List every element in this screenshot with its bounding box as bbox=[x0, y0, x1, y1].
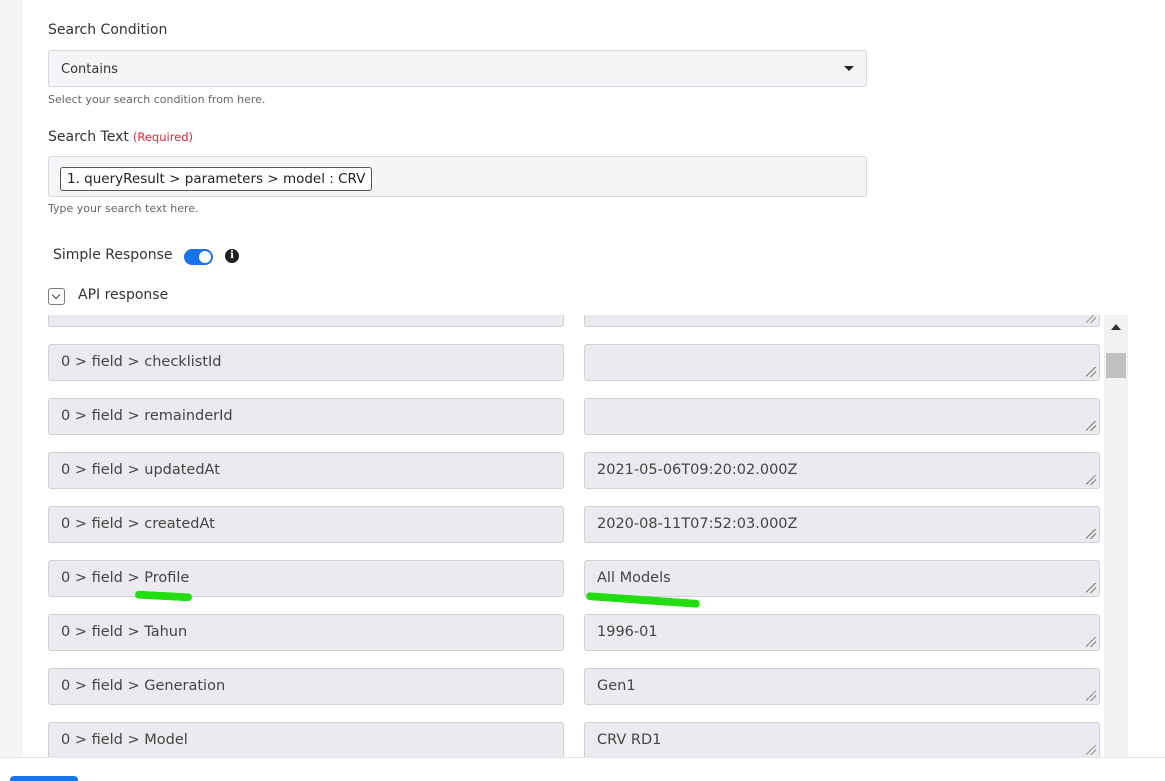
simple-response-toggle[interactable] bbox=[184, 249, 213, 265]
response-value-field[interactable] bbox=[584, 398, 1100, 435]
table-row: 0 > field > remainderId bbox=[23, 398, 1133, 452]
search-condition-value: Contains bbox=[61, 62, 118, 77]
resize-grip-icon[interactable] bbox=[1086, 637, 1096, 647]
resize-grip-icon[interactable] bbox=[1086, 475, 1096, 485]
table-row: 0 > field > createdAt 2020-08-11T07:52:0… bbox=[23, 506, 1133, 560]
table-row: 0 > field > Tahun 1996-01 bbox=[23, 614, 1133, 668]
chevron-down-icon bbox=[51, 290, 61, 300]
search-text-label-text: Search Text bbox=[48, 129, 129, 145]
info-icon[interactable]: i bbox=[225, 249, 239, 263]
response-value-field[interactable]: 2020-08-11T07:52:03.000Z bbox=[584, 506, 1100, 543]
response-value-text: 2021-05-06T09:20:02.000Z bbox=[597, 462, 798, 478]
search-condition-label: Search Condition bbox=[48, 22, 168, 38]
api-response-label: API response bbox=[78, 287, 169, 303]
primary-action-button[interactable] bbox=[10, 776, 78, 781]
table-row bbox=[23, 315, 1133, 344]
response-key-field bbox=[48, 315, 564, 327]
search-text-label: Search Text (Required) bbox=[48, 129, 193, 145]
search-text-hint: Type your search text here. bbox=[48, 202, 199, 215]
table-row: 0 > field > updatedAt 2021-05-06T09:20:0… bbox=[23, 452, 1133, 506]
response-key-field: 0 > field > updatedAt bbox=[48, 452, 564, 489]
resize-grip-icon[interactable] bbox=[1086, 421, 1096, 431]
arrow-up-icon[interactable] bbox=[1111, 324, 1121, 330]
table-row: 0 > field > checklistId bbox=[23, 344, 1133, 398]
search-condition-select[interactable]: Contains bbox=[48, 50, 867, 87]
response-key-field: 0 > field > Tahun bbox=[48, 614, 564, 651]
response-value-text: Gen1 bbox=[597, 678, 636, 694]
resize-grip-icon[interactable] bbox=[1086, 745, 1096, 755]
required-marker: (Required) bbox=[132, 130, 194, 144]
response-value-text: All Models bbox=[597, 570, 671, 586]
response-value-text: 2020-08-11T07:52:03.000Z bbox=[597, 516, 798, 532]
response-value-field[interactable]: 1996-01 bbox=[584, 614, 1100, 651]
response-value-field[interactable] bbox=[584, 344, 1100, 381]
table-row: 0 > field > Profile All Models bbox=[23, 560, 1133, 614]
response-key-field: 0 > field > remainderId bbox=[48, 398, 564, 435]
form-panel: Search Condition Contains Select your se… bbox=[23, 0, 1165, 757]
response-key-field: 0 > field > Profile bbox=[48, 560, 564, 597]
table-row: 0 > field > Model CRV RD1 bbox=[23, 722, 1133, 757]
scrollbar-thumb[interactable] bbox=[1106, 353, 1126, 378]
search-text-chip[interactable]: 1. queryResult > parameters > model : CR… bbox=[60, 167, 373, 191]
table-row: 0 > field > Generation Gen1 bbox=[23, 668, 1133, 722]
toggle-knob bbox=[199, 251, 211, 263]
response-key-field: 0 > field > createdAt bbox=[48, 506, 564, 543]
api-response-collapse-button[interactable] bbox=[48, 288, 65, 305]
resize-grip-icon[interactable] bbox=[1086, 691, 1096, 701]
response-value-field[interactable]: 2021-05-06T09:20:02.000Z bbox=[584, 452, 1100, 489]
response-value-field[interactable]: Gen1 bbox=[584, 668, 1100, 705]
search-condition-hint: Select your search condition from here. bbox=[48, 93, 266, 106]
resize-grip-icon[interactable] bbox=[1086, 529, 1096, 539]
search-text-input[interactable]: 1. queryResult > parameters > model : CR… bbox=[48, 156, 867, 197]
response-value-text: CRV RD1 bbox=[597, 732, 662, 748]
resize-grip-icon[interactable] bbox=[1086, 367, 1096, 377]
response-value-text: 1996-01 bbox=[597, 624, 658, 640]
caret-down-icon bbox=[844, 66, 854, 71]
simple-response-label: Simple Response bbox=[53, 247, 173, 263]
resize-grip-icon[interactable] bbox=[1086, 315, 1096, 323]
bottom-bar bbox=[0, 757, 1165, 781]
resize-grip-icon[interactable] bbox=[1086, 583, 1096, 593]
response-value-field[interactable]: CRV RD1 bbox=[584, 722, 1100, 757]
response-value-field[interactable] bbox=[584, 315, 1100, 327]
api-response-list[interactable]: 0 > field > checklistId 0 > field > rema… bbox=[23, 315, 1133, 757]
response-key-field: 0 > field > checklistId bbox=[48, 344, 564, 381]
response-value-field[interactable]: All Models bbox=[584, 560, 1100, 597]
response-key-field: 0 > field > Generation bbox=[48, 668, 564, 705]
response-key-field: 0 > field > Model bbox=[48, 722, 564, 757]
vertical-scrollbar[interactable] bbox=[1104, 315, 1128, 757]
